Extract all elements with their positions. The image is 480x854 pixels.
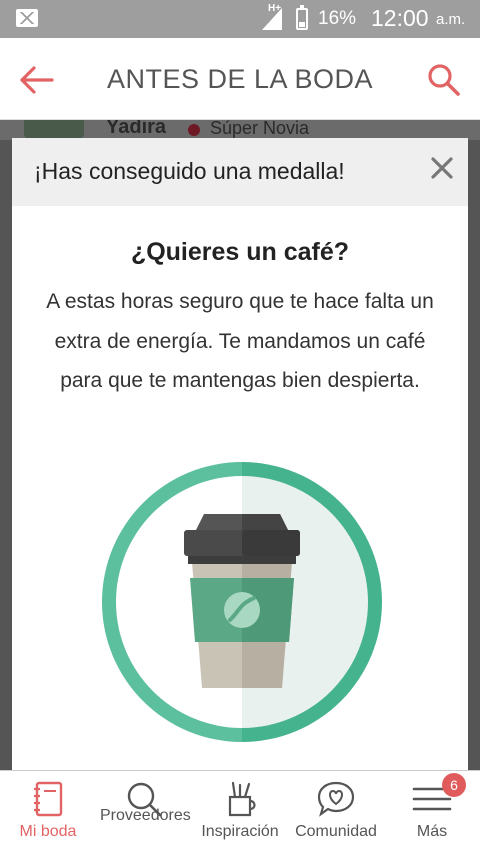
user-badge: Súper Novia — [210, 120, 310, 138]
status-bar: H+ 16% 12:00 a.m. — [0, 0, 480, 38]
underlying-post-header: Yadira Súper Novia — [0, 120, 480, 140]
dialog-title: ¡Has conseguido una medalla! — [34, 158, 345, 184]
nav-label: Proveedores — [100, 807, 191, 824]
nav-proveedores[interactable]: Proveedores — [96, 771, 192, 854]
nav-label: Más — [416, 823, 448, 840]
rank-dot-icon — [188, 124, 200, 136]
bottom-navigation: Mi boda Proveedores Inspiración Comunida… — [0, 770, 480, 854]
nav-comunidad[interactable]: Comunidad — [288, 771, 384, 854]
close-icon[interactable] — [426, 152, 458, 184]
nav-mas[interactable]: 6 Más — [384, 771, 480, 854]
medal-dialog: ¡Has conseguido una medalla! ¿Quieres un… — [12, 138, 468, 778]
nav-inspiracion[interactable]: Inspiración — [192, 771, 288, 854]
battery-percent: 16% — [318, 8, 357, 29]
dialog-header: ¡Has conseguido una medalla! — [12, 138, 468, 206]
page-title: ANTES DE LA BODA — [106, 64, 374, 94]
clock: 12:00 — [371, 5, 429, 31]
mail-notification-icon — [16, 9, 38, 27]
avatar — [24, 120, 84, 138]
pencil-cup-icon — [220, 779, 260, 819]
search-icon[interactable] — [426, 62, 462, 98]
notebook-icon — [28, 779, 68, 819]
nav-label: Comunidad — [295, 823, 377, 840]
battery-icon — [296, 5, 308, 30]
dialog-body: A estas horas seguro que te hace falta u… — [46, 290, 434, 392]
nav-label: Mi boda — [19, 823, 77, 840]
app-bar: ANTES DE LA BODA — [0, 38, 480, 120]
nav-label: Inspiración — [201, 823, 279, 840]
nav-mi-boda[interactable]: Mi boda — [0, 771, 96, 854]
coffee-medal-icon — [92, 452, 392, 752]
clock-ampm: a.m. — [436, 11, 466, 28]
network-type: H+ — [268, 3, 282, 14]
dialog-heading: ¿Quieres un café? — [130, 238, 350, 266]
user-name: Yadira — [106, 120, 167, 138]
chat-heart-icon — [316, 779, 356, 819]
back-arrow-icon[interactable] — [18, 64, 58, 96]
notification-count-badge: 6 — [442, 773, 466, 797]
